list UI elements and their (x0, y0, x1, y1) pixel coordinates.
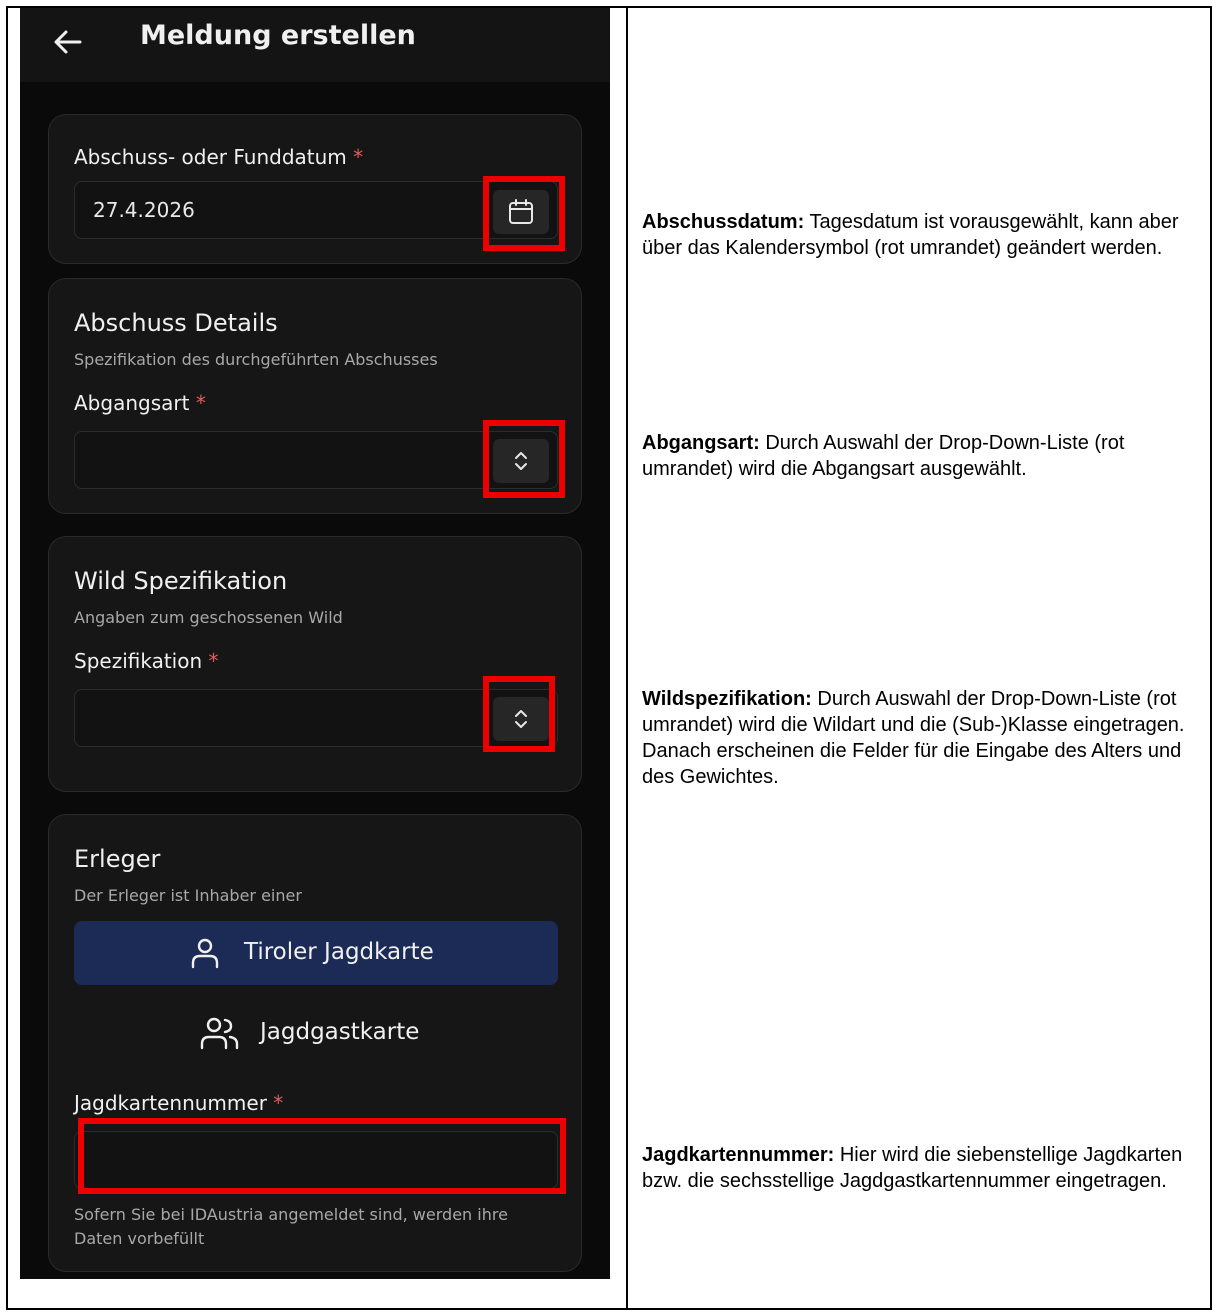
details-title: Abschuss Details (74, 309, 278, 337)
erleger-card: Erleger Der Erleger ist Inhaber einer Ti… (48, 814, 582, 1272)
highlight-spezifikation (483, 676, 555, 752)
note-wildspezifikation: Wildspezifikation: Durch Auswahl der Dro… (642, 688, 1185, 788)
arrow-left-icon[interactable] (50, 24, 86, 60)
wild-subtitle: Angaben zum geschossenen Wild (74, 608, 343, 627)
page-title: Meldung erstellen (140, 20, 416, 51)
erleger-title: Erleger (74, 845, 161, 873)
jagdkartennummer-label: Jagdkartennummer * (74, 1091, 284, 1115)
abgangsart-label: Abgangsart * (74, 391, 206, 415)
note-abgangsart: Abgangsart: Durch Auswahl der Drop-Down-… (642, 432, 1125, 480)
date-label: Abschuss- oder Funddatum * (74, 145, 364, 169)
date-value: 27.4.2026 (93, 198, 195, 222)
jagdkartennummer-helper: Sofern Sie bei IDAustria angemeldet sind… (74, 1205, 508, 1248)
wild-title: Wild Spezifikation (74, 567, 288, 595)
wild-spezifikation-card: Wild Spezifikation Angaben zum geschosse… (48, 536, 582, 792)
option-jagdgastkarte[interactable]: Jagdgastkarte (74, 1001, 558, 1065)
highlight-jagdkartennummer (78, 1118, 566, 1194)
app-bar: Meldung erstellen (20, 8, 610, 82)
erleger-subtitle: Der Erleger ist Inhaber einer (74, 886, 302, 905)
note-abschussdatum: Abschussdatum: Tagesdatum ist vorausgewä… (642, 211, 1179, 259)
option-jagdgast-label: Jagdgastkarte (260, 1019, 420, 1045)
option-tiroler-label: Tiroler Jagdkarte (244, 939, 434, 965)
highlight-abgangsart (483, 420, 565, 498)
details-subtitle: Spezifikation des durchgeführten Abschus… (74, 350, 438, 369)
users-icon (200, 1017, 239, 1050)
user-icon (191, 938, 219, 969)
table-divider (626, 6, 628, 1310)
spezifikation-label: Spezifikation * (74, 649, 219, 673)
option-tiroler-jagdkarte[interactable]: Tiroler Jagdkarte (74, 921, 558, 985)
note-jagdkartennummer: Jagdkartennummer: Hier wird die siebenst… (642, 1144, 1183, 1192)
highlight-calendar (483, 176, 565, 251)
phone-screenshot: Meldung erstellen Abschuss- oder Funddat… (20, 8, 610, 1279)
